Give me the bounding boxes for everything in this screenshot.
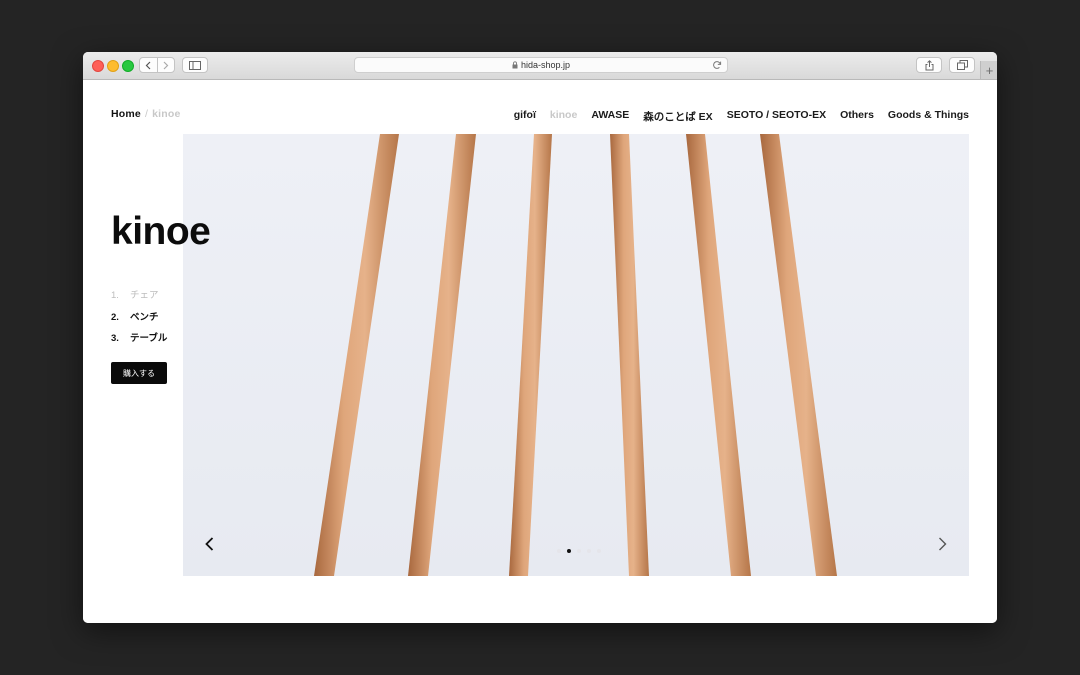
slider-next-button[interactable]: [935, 535, 949, 553]
plus-icon: +: [985, 62, 994, 78]
share-icon: [925, 59, 933, 70]
slider-prev-button[interactable]: [202, 535, 216, 553]
url-text[interactable]: hida-shop.jp: [521, 60, 570, 70]
history-nav: [139, 57, 175, 73]
chevron-right-icon: [938, 537, 946, 551]
buy-button[interactable]: 購入する: [111, 362, 167, 384]
breadcrumb-home-link[interactable]: Home: [111, 108, 141, 120]
forward-button[interactable]: [158, 58, 175, 72]
slider-dot[interactable]: [597, 549, 601, 553]
slider-pagination: [557, 549, 601, 553]
reload-icon: [713, 61, 722, 69]
page-title: kinoe: [111, 210, 211, 253]
browser-window: hida-shop.jp + Home / kinoe gifoï kinoe AW…: [83, 52, 997, 623]
nav-item-awase[interactable]: AWASE: [591, 109, 629, 124]
nav-item-gifoi[interactable]: gifoï: [514, 109, 536, 124]
reload-button[interactable]: [712, 60, 722, 70]
hero-image: [183, 134, 969, 576]
product-category-list: 1. チェア 2. ベンチ 3. テーブル: [111, 285, 167, 350]
nav-item-mori-no-kotoba-ex[interactable]: 森のことば EX: [643, 109, 712, 124]
lock-icon: [512, 61, 518, 69]
breadcrumb-separator: /: [144, 108, 149, 120]
tabs-icon: [956, 60, 968, 70]
nav-item-seoto[interactable]: SEOTO / SEOTO-EX: [727, 109, 826, 124]
nav-item-kinoe[interactable]: kinoe: [550, 109, 577, 124]
hero-slider[interactable]: [183, 134, 969, 576]
chevron-right-icon: [163, 61, 169, 69]
sidebar-toggle-button[interactable]: [182, 57, 208, 73]
slider-dot[interactable]: [577, 549, 581, 553]
show-tabs-button[interactable]: [949, 57, 975, 73]
browser-toolbar: hida-shop.jp +: [83, 52, 997, 80]
category-item-chair[interactable]: 1. チェア: [111, 285, 167, 307]
share-button[interactable]: [916, 57, 942, 73]
chevron-left-icon: [145, 61, 151, 69]
nav-item-others[interactable]: Others: [840, 109, 874, 124]
slider-dot[interactable]: [567, 549, 571, 553]
category-item-table[interactable]: 3. テーブル: [111, 328, 167, 350]
web-page: Home / kinoe gifoï kinoe AWASE 森のことば EX SE…: [83, 80, 997, 623]
breadcrumb: Home / kinoe: [111, 108, 181, 120]
slider-dot[interactable]: [557, 549, 561, 553]
zoom-window-button[interactable]: [122, 60, 134, 72]
chevron-left-icon: [204, 537, 213, 551]
sidebar-icon: [189, 60, 201, 70]
address-bar[interactable]: hida-shop.jp: [354, 57, 728, 73]
breadcrumb-current: kinoe: [152, 108, 181, 120]
nav-item-goods-things[interactable]: Goods & Things: [888, 109, 969, 124]
new-tab-button[interactable]: +: [980, 61, 997, 79]
back-button[interactable]: [140, 58, 158, 72]
minimize-window-button[interactable]: [107, 60, 119, 72]
category-item-bench[interactable]: 2. ベンチ: [111, 307, 167, 329]
slider-dot[interactable]: [587, 549, 591, 553]
main-nav: gifoï kinoe AWASE 森のことば EX SEOTO / SEOTO…: [514, 109, 969, 124]
close-window-button[interactable]: [92, 60, 104, 72]
